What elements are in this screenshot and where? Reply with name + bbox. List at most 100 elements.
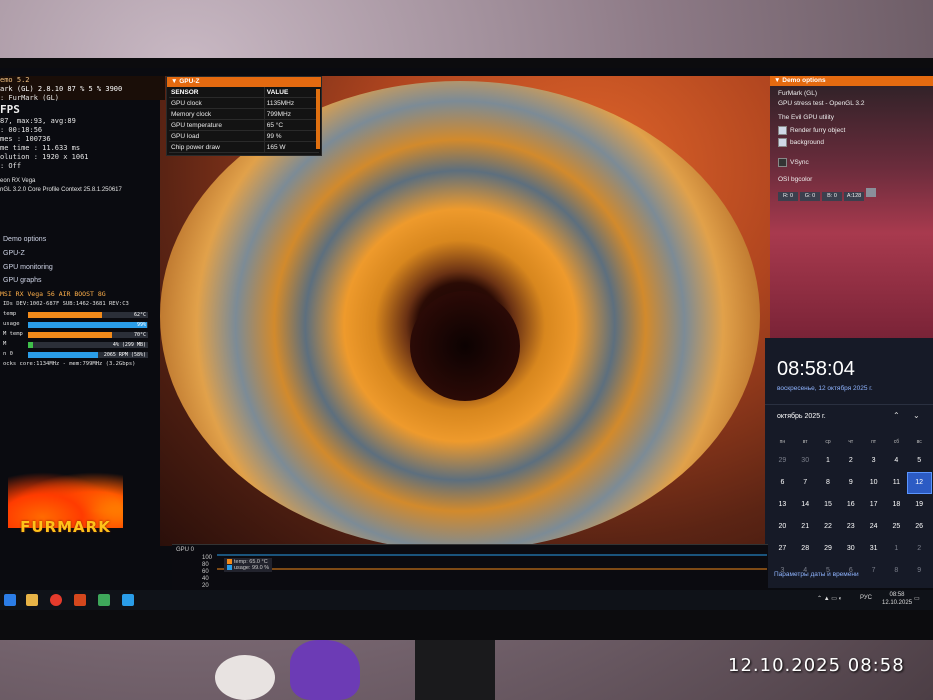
calendar-day[interactable]: 14 xyxy=(794,495,817,515)
calendar-weekday: пн xyxy=(779,439,786,445)
gpu-bar-value: 4% (299 MB) xyxy=(112,342,146,348)
calendar-day[interactable]: 23 xyxy=(839,517,862,537)
calendar-day[interactable]: 2 xyxy=(839,451,862,471)
calendar-day[interactable]: 31 xyxy=(862,539,885,559)
calendar-day[interactable]: 22 xyxy=(817,517,840,537)
clock-flyout: 08:58:04 воскресенье, 12 октября 2025 г.… xyxy=(765,338,933,588)
tray-icons[interactable]: ⌃ ▲ ▭ ◐ xyxy=(817,595,842,602)
menu-gpu-monitoring[interactable]: GPU monitoring xyxy=(3,264,53,271)
calendar-day[interactable]: 5 xyxy=(908,451,931,471)
taskbar-clock[interactable]: 08:58 12.10.2025 xyxy=(882,591,912,607)
calendar-day[interactable]: 16 xyxy=(839,495,862,515)
calendar-day[interactable]: 25 xyxy=(885,517,908,537)
color-b-field[interactable]: B: 0 xyxy=(822,192,842,201)
calendar-day[interactable]: 7 xyxy=(794,473,817,493)
gpu-bar-fill xyxy=(28,342,33,348)
menu-gpu-graphs[interactable]: GPU graphs xyxy=(3,277,42,284)
calendar-prev-icon[interactable]: ⌃ xyxy=(893,411,900,420)
app-icon[interactable] xyxy=(98,594,110,606)
gpu-bar-value: 62°C xyxy=(133,312,146,318)
demo-options-title[interactable]: ▼ Demo options xyxy=(770,76,933,86)
gpu-bar-label: M temp xyxy=(3,331,23,337)
osd-stat: : Off xyxy=(0,162,22,170)
calendar-day[interactable]: 28 xyxy=(794,539,817,559)
checkbox-unchecked-icon xyxy=(778,158,787,167)
calendar-day[interactable]: 9 xyxy=(908,561,931,581)
taskbar: ⌃ ▲ ▭ ◐ РУС 08:58 12.10.2025 ▭ xyxy=(0,590,933,610)
calendar-day[interactable]: 26 xyxy=(908,517,931,537)
divider xyxy=(765,404,933,405)
opera-icon[interactable] xyxy=(50,594,62,606)
color-g-field[interactable]: G: 0 xyxy=(800,192,820,201)
file-explorer-icon[interactable] xyxy=(26,594,38,606)
calendar-day[interactable]: 8 xyxy=(885,561,908,581)
gpuz-value: 1135MHz xyxy=(263,97,319,109)
calendar-month[interactable]: октябрь 2025 г. xyxy=(777,413,826,420)
calendar-day[interactable]: 17 xyxy=(862,495,885,515)
gpu-graph: GPU 0 100 80 60 40 20 temp: 65.0 °C usage: 9… xyxy=(172,544,768,591)
calendar-day[interactable]: 13 xyxy=(771,495,794,515)
calendar-day[interactable]: 1 xyxy=(885,539,908,559)
calendar-day[interactable]: 2 xyxy=(908,539,931,559)
calendar-weekday: вт xyxy=(802,439,808,445)
furmark-taskbar-icon[interactable] xyxy=(74,594,86,606)
gpuz-value: 65 °C xyxy=(263,119,319,131)
calendar-day[interactable]: 3 xyxy=(862,451,885,471)
gpuz-header-value: VALUE xyxy=(263,87,319,98)
color-swatch-icon[interactable] xyxy=(866,188,876,197)
gpuz-panel: ▼ GPU-Z SENSOR VALUE GPU clock 1135MHz Mem… xyxy=(166,76,322,156)
calendar-day[interactable]: 30 xyxy=(839,539,862,559)
gpuz-sensor: GPU clock xyxy=(169,97,265,109)
demo-desc: GPU stress test - OpenGL 3.2 xyxy=(778,100,865,107)
calendar-day[interactable]: 19 xyxy=(908,495,931,515)
osd-stat: mes : 100736 xyxy=(0,135,51,143)
calendar-day[interactable]: 15 xyxy=(817,495,840,515)
app-icon[interactable] xyxy=(122,594,134,606)
color-a-field[interactable]: A:128 xyxy=(844,192,864,201)
menu-demo-options[interactable]: Demo options xyxy=(3,236,46,243)
gpu-monitor-card: MSI RX Vega 56 AIR BOOST 8G IDs DEV:1002… xyxy=(0,290,150,370)
calendar-day[interactable]: 29 xyxy=(771,451,794,471)
gpuz-sensor: GPU load xyxy=(169,130,265,142)
notification-icon[interactable]: ▭ xyxy=(914,595,920,602)
background-checkbox[interactable]: background xyxy=(778,138,824,147)
legend-usage-swatch-icon xyxy=(227,565,232,571)
calendar-day[interactable]: 6 xyxy=(771,473,794,493)
calendar-day[interactable]: 18 xyxy=(885,495,908,515)
gpu-bar-fill xyxy=(28,312,103,318)
clock-date[interactable]: воскресенье, 12 октября 2025 г. xyxy=(777,385,873,392)
calendar-day[interactable]: 1 xyxy=(817,451,840,471)
gpu-bar-track: 70°C xyxy=(28,332,148,338)
date-time-settings-link[interactable]: Параметры даты и времени xyxy=(774,571,859,578)
render-furry-checkbox[interactable]: Render furry object xyxy=(778,126,845,135)
checkbox-label: Render furry object xyxy=(790,127,846,135)
pupil xyxy=(410,291,520,401)
gpuz-title[interactable]: ▼ GPU-Z xyxy=(167,77,321,87)
calendar-day[interactable]: 30 xyxy=(794,451,817,471)
calendar-day[interactable]: 4 xyxy=(885,451,908,471)
graph-axis: 100 80 60 40 20 xyxy=(202,555,212,590)
monitor-screen: emo 5.2 ark (GL) 2.8.10 87 % 5 % 3900 : … xyxy=(0,68,933,610)
gpu-bar-fill xyxy=(28,332,112,338)
calendar-day[interactable]: 7 xyxy=(862,561,885,581)
start-icon[interactable] xyxy=(4,594,16,606)
calendar-day[interactable]: 10 xyxy=(862,473,885,493)
calendar-day[interactable]: 8 xyxy=(817,473,840,493)
calendar-day[interactable]: 24 xyxy=(862,517,885,537)
gpuz-title-text: GPU-Z xyxy=(179,78,200,85)
calendar-day[interactable]: 9 xyxy=(839,473,862,493)
gpu-bar-label: M xyxy=(3,341,7,347)
input-language[interactable]: РУС xyxy=(860,595,872,601)
calendar-next-icon[interactable]: ⌄ xyxy=(913,411,920,420)
color-r-field[interactable]: R: 0 xyxy=(778,192,798,201)
calendar-day[interactable]: 29 xyxy=(817,539,840,559)
vsync-checkbox[interactable]: VSync xyxy=(778,158,809,167)
calendar-day[interactable]: 12 xyxy=(906,472,932,494)
gpuz-scrollbar[interactable] xyxy=(316,89,320,149)
taskbar-time: 08:58 xyxy=(889,592,905,598)
calendar-day[interactable]: 27 xyxy=(771,539,794,559)
calendar-day[interactable]: 21 xyxy=(794,517,817,537)
menu-gpu-z[interactable]: GPU-Z xyxy=(3,250,25,257)
calendar-day[interactable]: 20 xyxy=(771,517,794,537)
calendar-day[interactable]: 11 xyxy=(885,473,908,493)
